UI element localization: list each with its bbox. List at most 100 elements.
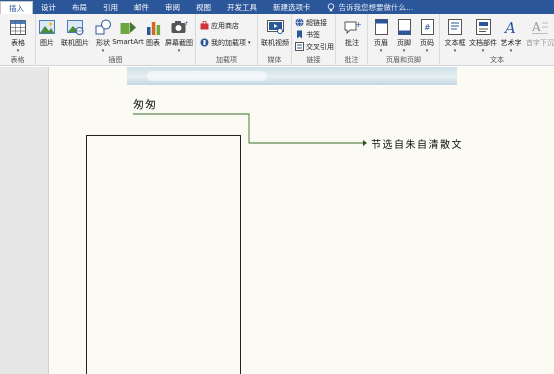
dropcap-button[interactable]: A 首字下沉 xyxy=(526,16,554,56)
smartart-icon xyxy=(119,18,137,36)
textbox-button[interactable]: 文本框 ▾ xyxy=(442,16,468,56)
picture-button[interactable]: 图片 xyxy=(37,16,57,56)
group-links: 超链接 书签 交叉引用 链接 xyxy=(292,14,336,66)
hyperlink-button[interactable]: 超链接 xyxy=(295,17,327,28)
group-label-comments: 批注 xyxy=(344,56,359,64)
picture-label: 图片 xyxy=(40,39,54,47)
svg-text:+: + xyxy=(184,20,188,27)
chevron-down-icon: ▾ xyxy=(248,39,251,46)
cross-reference-button[interactable]: 交叉引用 xyxy=(295,41,334,52)
smartart-button[interactable]: SmartArt xyxy=(112,16,144,56)
page-number-button[interactable]: # 页码 ▾ xyxy=(415,16,439,56)
table-icon xyxy=(9,18,27,36)
screenshot-button[interactable]: + 屏幕截图 ▾ xyxy=(163,16,195,56)
header-label: 页眉 xyxy=(374,39,388,47)
tab-references[interactable]: 引用 xyxy=(95,0,126,14)
document-page[interactable]: 匆匆 节选自朱自清散文 xyxy=(49,67,554,374)
tab-view[interactable]: 视图 xyxy=(188,0,219,14)
comment-label: 批注 xyxy=(345,39,359,47)
bookmark-icon xyxy=(295,30,304,39)
picture-icon xyxy=(38,18,56,36)
online-picture-icon xyxy=(66,18,84,36)
tell-me-text: 告诉我您想要做什么... xyxy=(338,2,414,12)
quick-parts-button[interactable]: 文档部件 ▾ xyxy=(469,16,497,56)
chevron-down-icon: ▾ xyxy=(379,48,383,54)
textbox-label: 文本框 xyxy=(444,39,466,47)
footer-label: 页脚 xyxy=(397,39,411,47)
group-label-media: 媒体 xyxy=(267,56,282,64)
bookmark-button[interactable]: 书签 xyxy=(295,29,320,40)
group-comments: + 批注 批注 xyxy=(336,14,368,66)
quick-parts-icon xyxy=(474,18,492,36)
svg-text:A: A xyxy=(532,20,541,34)
wordart-label: 艺术字 xyxy=(500,39,522,47)
online-video-label: 联机视频 xyxy=(261,39,289,47)
hyperlink-label: 超链接 xyxy=(306,18,327,27)
comment-button[interactable]: + 批注 xyxy=(337,16,367,56)
footer-icon xyxy=(395,18,413,36)
tab-insert[interactable]: 插入 xyxy=(0,1,33,14)
online-video-button[interactable]: 联机视频 xyxy=(260,16,290,56)
cross-reference-label: 交叉引用 xyxy=(306,42,334,51)
group-label-tables: 表格 xyxy=(10,56,25,64)
header-image xyxy=(127,67,457,85)
online-picture-button[interactable]: 联机图片 xyxy=(58,16,92,56)
group-label-addins: 加载项 xyxy=(216,56,237,64)
textbox-icon xyxy=(446,18,464,36)
tab-developer[interactable]: 开发工具 xyxy=(219,0,265,14)
cross-reference-icon xyxy=(295,42,304,51)
online-video-icon xyxy=(266,18,284,36)
chevron-down-icon: ▾ xyxy=(402,48,406,54)
group-label-links: 链接 xyxy=(306,56,321,64)
group-tables: 表格 ▾ 表格 xyxy=(0,14,36,66)
tab-design[interactable]: 设计 xyxy=(33,0,64,14)
group-label-header-footer: 页眉和页脚 xyxy=(386,56,421,64)
ribbon: 表格 ▾ 表格 图片 联机图片 形状 ▾ SmartArt 图表 + 屏幕截图 … xyxy=(0,14,554,66)
shapes-button[interactable]: 形状 ▾ xyxy=(92,16,114,56)
wordart-icon: A xyxy=(502,18,520,36)
lightbulb-icon xyxy=(327,2,334,11)
chevron-down-icon: ▾ xyxy=(425,48,429,54)
tab-new[interactable]: 新建选项卡 xyxy=(265,0,319,14)
footer-button[interactable]: 页脚 ▾ xyxy=(392,16,416,56)
comment-icon: + xyxy=(343,18,361,36)
bookmark-label: 书签 xyxy=(306,30,320,39)
dropcap-label: 首字下沉 xyxy=(526,39,554,47)
group-illustrations: 图片 联机图片 形状 ▾ SmartArt 图表 + 屏幕截图 ▾ 插图 xyxy=(36,14,196,66)
shapes-icon xyxy=(94,18,112,36)
group-label-text: 文本 xyxy=(490,56,504,64)
arrowhead-icon xyxy=(363,140,367,146)
chart-icon xyxy=(144,18,162,36)
text-frame-box[interactable] xyxy=(86,135,241,374)
chevron-down-icon: ▾ xyxy=(453,48,457,54)
svg-text:#: # xyxy=(424,23,431,32)
header-button[interactable]: 页眉 ▾ xyxy=(369,16,393,56)
group-media: 联机视频 媒体 xyxy=(258,14,292,66)
chart-label: 图表 xyxy=(146,39,160,47)
table-button[interactable]: 表格 ▾ xyxy=(3,16,33,56)
page-number-label: 页码 xyxy=(420,39,434,47)
document-title[interactable]: 匆匆 xyxy=(133,96,157,112)
smartart-label: SmartArt xyxy=(112,38,144,46)
tab-review[interactable]: 审阅 xyxy=(157,0,188,14)
callout-text[interactable]: 节选自朱自清散文 xyxy=(371,136,463,151)
svg-text:A: A xyxy=(503,19,516,35)
chevron-down-icon: ▾ xyxy=(101,48,105,54)
tab-mailings[interactable]: 邮件 xyxy=(126,0,157,14)
store-button[interactable]: 应用商店 xyxy=(200,20,239,31)
chevron-down-icon: ▾ xyxy=(509,48,513,54)
my-addins-icon xyxy=(200,38,209,47)
page-number-icon: # xyxy=(418,18,436,36)
store-icon xyxy=(200,21,209,30)
hyperlink-icon xyxy=(295,18,304,27)
store-label: 应用商店 xyxy=(211,21,239,30)
tell-me-box[interactable]: 告诉我您想要做什么... xyxy=(319,0,414,14)
online-picture-label: 联机图片 xyxy=(61,39,89,47)
group-header-footer: 页眉 ▾ 页脚 ▾ # 页码 ▾ 页眉和页脚 xyxy=(368,14,440,66)
chart-button[interactable]: 图表 xyxy=(143,16,163,56)
left-margin-area xyxy=(0,67,49,374)
ribbon-tab-bar: 插入 设计 布局 引用 邮件 审阅 视图 开发工具 新建选项卡 告诉我您想要做什… xyxy=(0,0,554,14)
my-addins-button[interactable]: 我的加载项 ▾ xyxy=(200,37,251,48)
wordart-button[interactable]: A 艺术字 ▾ xyxy=(498,16,524,56)
tab-layout[interactable]: 布局 xyxy=(64,0,95,14)
